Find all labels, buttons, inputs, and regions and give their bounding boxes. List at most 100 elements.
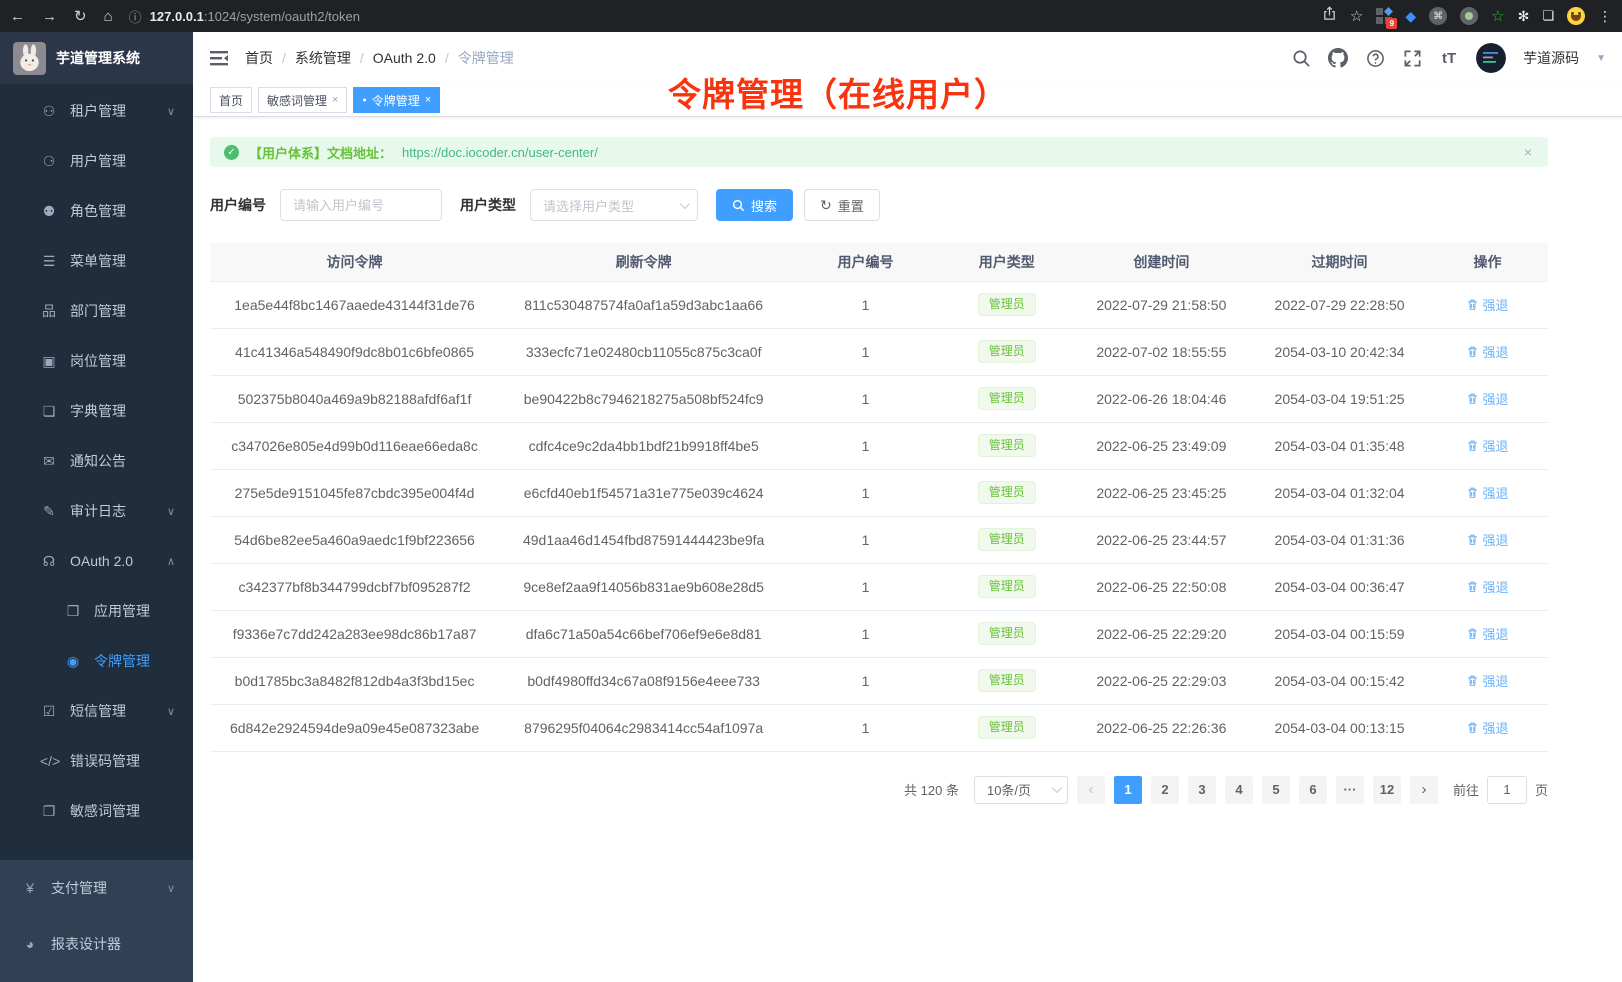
breadcrumb-item[interactable]: 系统管理 (295, 48, 351, 68)
tab-label: 敏感词管理 (267, 92, 327, 109)
sidebar-item-notice[interactable]: ✉ 通知公告 (0, 436, 193, 486)
sidebar-item-dept[interactable]: 品 部门管理 (0, 286, 193, 336)
sidebar-item-oauth2-app[interactable]: ❒ 应用管理 (0, 586, 193, 636)
breadcrumb-item[interactable]: 令牌管理 (458, 48, 514, 68)
sidebar-item-menu[interactable]: ☰ 菜单管理 (0, 236, 193, 286)
sidebar-item-oauth2-token[interactable]: ◉ 令牌管理 (0, 636, 193, 686)
trash-icon (1466, 486, 1479, 499)
sidebar-item-pay[interactable]: ¥ 支付管理 ∨ (0, 860, 193, 916)
browser-menu-icon[interactable]: ⋮ (1598, 8, 1612, 25)
sidebar-item-post[interactable]: ▣ 岗位管理 (0, 336, 193, 386)
user-avatar[interactable] (1476, 43, 1506, 73)
user-id-cell: 1 (788, 328, 943, 375)
revoke-button[interactable]: 强退 (1466, 295, 1508, 314)
sidebar-item-user[interactable]: ⚆ 用户管理 (0, 136, 193, 186)
collapse-sidebar-icon[interactable] (209, 48, 229, 68)
page-number-button[interactable]: 3 (1188, 776, 1216, 804)
sidebar-item-dict[interactable]: ❏ 字典管理 (0, 386, 193, 436)
fullscreen-icon[interactable] (1402, 48, 1422, 68)
extensions-icon[interactable]: 9 (1376, 8, 1392, 24)
revoke-button[interactable]: 强退 (1466, 342, 1508, 361)
revoke-button[interactable]: 强退 (1466, 624, 1508, 643)
search-icon[interactable] (1291, 48, 1311, 68)
bookmark-star-icon[interactable]: ☆ (1350, 7, 1363, 25)
chevron-icon: ∧ (167, 555, 175, 568)
side-panel-icon[interactable]: ❏ (1542, 8, 1554, 24)
search-button[interactable]: 搜索 (716, 189, 793, 221)
sidebar-item-error-code[interactable]: </> 错误码管理 (0, 736, 193, 786)
revoke-button[interactable]: 强退 (1466, 577, 1508, 596)
help-icon[interactable] (1365, 48, 1385, 68)
back-icon[interactable]: ← (10, 8, 25, 25)
page-number-button[interactable]: 2 (1151, 776, 1179, 804)
chevron-icon: ∨ (167, 882, 175, 895)
revoke-button[interactable]: 强退 (1466, 389, 1508, 408)
gem-extension-icon[interactable]: ◆ (1405, 8, 1416, 25)
page-size-select[interactable]: 10条/页 (974, 776, 1068, 804)
expire-time-cell: 2054-03-04 01:32:04 (1252, 469, 1427, 516)
page-number-button[interactable]: 4 (1225, 776, 1253, 804)
user-id-cell: 1 (788, 516, 943, 563)
user-name[interactable]: 芋道源码 (1523, 48, 1579, 68)
menu-item-label: 敏感词管理 (70, 801, 140, 821)
menu-item-label: 报表设计器 (51, 934, 121, 954)
revoke-button[interactable]: 强退 (1466, 718, 1508, 737)
sidebar-item-tenant[interactable]: ⚇ 租户管理 ∨ (0, 86, 193, 136)
sidebar-item-role[interactable]: ⚉ 角色管理 (0, 186, 193, 236)
tab-home[interactable]: 首页 (210, 87, 252, 113)
tab-token[interactable]: ● 令牌管理 × (353, 87, 440, 113)
pie-chart-icon: ◕ (21, 936, 39, 952)
message-icon: ✉ (40, 453, 58, 470)
home-icon[interactable]: ⌂ (104, 8, 113, 25)
pinwheel-extension-icon[interactable]: ✻ (1518, 8, 1530, 25)
revoke-button[interactable]: 强退 (1466, 483, 1508, 502)
tab-sensitive-word[interactable]: 敏感词管理 × (258, 87, 347, 113)
breadcrumb-item[interactable]: 首页 (245, 48, 273, 68)
address-bar[interactable]: ⓘ 127.0.0.1:1024/system/oauth2/token (129, 7, 1322, 26)
sidebar-item-report-designer[interactable]: ◕ 报表设计器 (0, 916, 193, 972)
tab-close-icon[interactable]: × (332, 94, 338, 106)
alert-close-icon[interactable]: × (1524, 144, 1532, 160)
forward-icon[interactable]: → (42, 8, 57, 25)
page-number-button[interactable]: 12 (1373, 776, 1401, 804)
page-number-button[interactable]: 6 (1299, 776, 1327, 804)
revoke-button[interactable]: 强退 (1466, 530, 1508, 549)
page-number-button[interactable]: 1 (1114, 776, 1142, 804)
user-id-input[interactable] (280, 189, 442, 221)
revoke-button[interactable]: 强退 (1466, 671, 1508, 690)
reload-icon[interactable]: ↻ (74, 7, 87, 25)
prev-page-button[interactable]: ‹ (1077, 776, 1105, 804)
goto-page-input[interactable] (1487, 776, 1527, 804)
trash-icon (1466, 627, 1479, 640)
user-type-cell: 管理员 (943, 422, 1071, 469)
menu-item-label: 部门管理 (70, 301, 126, 321)
share-icon[interactable] (1322, 6, 1337, 26)
font-size-icon[interactable]: tT (1439, 48, 1459, 68)
profile-avatar-icon[interactable] (1567, 7, 1585, 25)
caret-down-icon[interactable]: ▼ (1596, 53, 1606, 64)
doc-link[interactable]: https://doc.iocoder.cn/user-center/ (402, 145, 598, 160)
user-type-select[interactable]: 请选择用户类型 (530, 189, 698, 221)
site-info-icon[interactable]: ⓘ (129, 7, 142, 26)
sidebar-item-audit-log[interactable]: ✎ 审计日志 ∨ (0, 486, 193, 536)
access-token-cell: 275e5de9151045fe87cbdc395e004f4d (210, 469, 499, 516)
revoke-button[interactable]: 强退 (1466, 436, 1508, 455)
sidebar-item-oauth2[interactable]: ☊ OAuth 2.0 ∧ (0, 536, 193, 586)
breadcrumb-item[interactable]: OAuth 2.0 (373, 50, 436, 66)
sidebar-item-sensitive-word[interactable]: ❐ 敏感词管理 (0, 786, 193, 836)
sidebar-item-sms[interactable]: ☑ 短信管理 ∨ (0, 686, 193, 736)
menu-item-label: 字典管理 (70, 401, 126, 421)
github-icon[interactable] (1328, 48, 1348, 68)
app-logo[interactable]: 芋道管理系统 (0, 32, 193, 84)
tab-close-icon[interactable]: × (425, 94, 431, 106)
green-star-extension-icon[interactable]: ☆ (1491, 7, 1504, 25)
reset-button[interactable]: ↻ 重置 (804, 189, 880, 221)
trash-icon (1466, 674, 1479, 687)
page-number-button[interactable]: ··· (1336, 776, 1364, 804)
record-extension-icon[interactable] (1460, 7, 1478, 25)
next-page-button[interactable]: › (1410, 776, 1438, 804)
access-token-cell: 6d842e2924594de9a09e45e087323abe (210, 704, 499, 751)
breadcrumb-separator: / (360, 50, 364, 66)
command-extension-icon[interactable]: ⌘ (1429, 7, 1447, 25)
page-number-button[interactable]: 5 (1262, 776, 1290, 804)
